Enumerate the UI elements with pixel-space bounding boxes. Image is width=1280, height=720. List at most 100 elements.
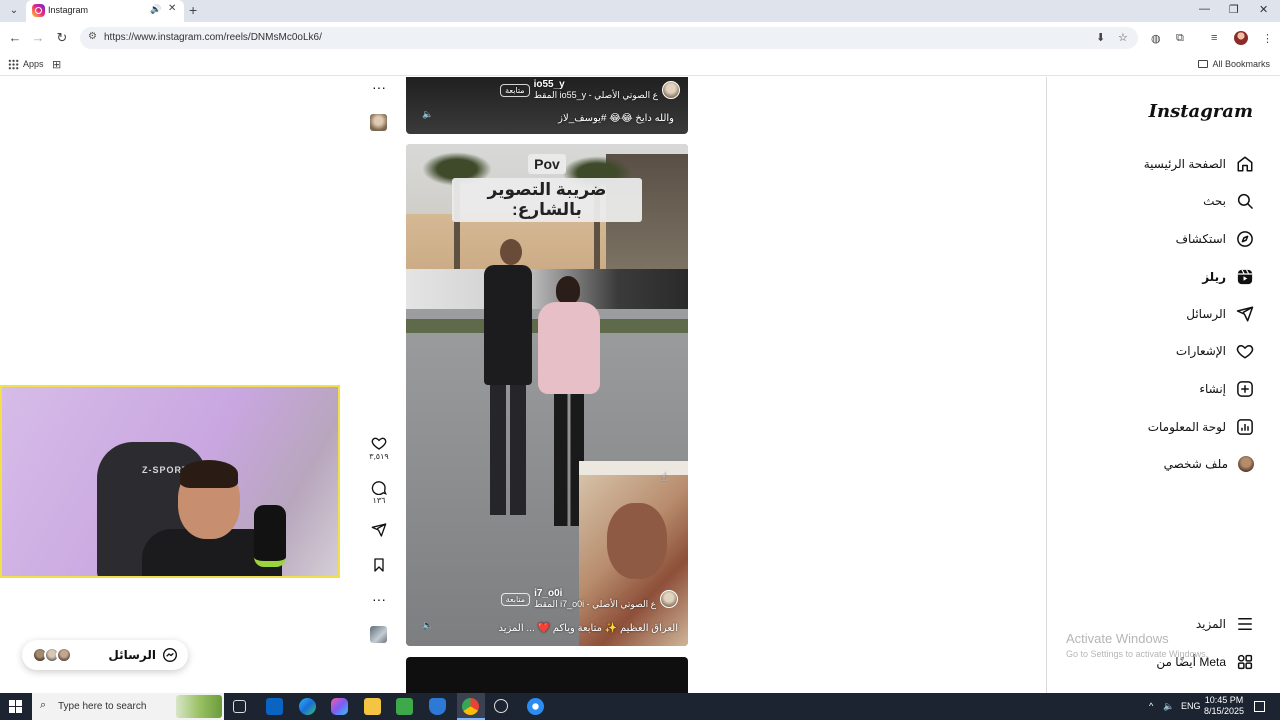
sidebar-item-label: بحث <box>1203 194 1226 208</box>
follow-button[interactable]: متابعة <box>500 83 530 97</box>
follow-button[interactable]: متابعة <box>500 592 531 606</box>
tray-chevron-icon[interactable]: ^ <box>1149 701 1153 711</box>
bookmark-star-icon[interactable]: ☆ <box>1118 31 1128 44</box>
video-person-head <box>556 276 580 304</box>
sidebar-item-reels[interactable]: ريلز <box>1202 265 1254 289</box>
reel-card[interactable] <box>406 657 688 693</box>
reel-audio[interactable]: ع الصوتي الأصلي - i7_o0i المقط <box>534 599 656 610</box>
url-text[interactable]: https://www.instagram.com/reels/DNMsMc0o… <box>104 32 322 43</box>
sidebar-item-search[interactable]: بحث <box>1203 189 1254 213</box>
sidebar-item-messages[interactable]: الرسائل <box>1186 302 1254 326</box>
tab-groups-icon[interactable]: ⊞ <box>52 58 61 71</box>
restore-icon[interactable]: ❐ <box>1229 3 1239 16</box>
plus-square-icon <box>1237 381 1253 397</box>
sidebar-item-label: المزيد <box>1195 617 1226 631</box>
speaker-icon[interactable]: 🔊 <box>150 4 161 15</box>
audio-thumbnail[interactable] <box>370 114 387 131</box>
window-close-icon[interactable]: ✕ <box>1259 3 1268 16</box>
apps-icon <box>1237 654 1253 670</box>
speaker-icon[interactable]: 🔈 <box>1163 701 1174 712</box>
sidebar-item-notifications[interactable]: الإشعارات <box>1176 339 1254 363</box>
menu-kebab-icon[interactable]: ⋮ <box>1262 32 1273 45</box>
taskbar-clock[interactable]: 10:45 PM 8/15/2025 <box>1200 695 1248 717</box>
reel-card[interactable]: Pov ضريبة التصوير بالشارع: i7_o0i ع الصو… <box>406 144 688 646</box>
reel-username[interactable]: io55_y <box>534 79 565 90</box>
forward-icon[interactable]: → <box>30 30 46 45</box>
browser-toolbar: ← → ↻ ⚙ https://www.instagram.com/reels/… <box>0 22 1280 54</box>
sidebar-item-profile[interactable]: ملف شخصي <box>1164 452 1254 476</box>
sidebar-item-create[interactable]: إنشاء <box>1199 377 1254 401</box>
site-info-icon[interactable]: ⚙ <box>88 31 97 42</box>
volume-icon[interactable]: 🔈 <box>422 620 433 631</box>
dashboard-icon <box>1237 419 1253 435</box>
reel-author-info: io55_y ع الصوتي الأصلي - io55_y المقط <box>534 79 658 101</box>
media-controls-icon[interactable]: ≡ <box>1211 32 1217 44</box>
extensions-icon[interactable]: ⧉ <box>1176 32 1184 45</box>
volume-icon[interactable]: 🔈 <box>422 109 433 120</box>
reel-author-avatar[interactable] <box>660 590 678 608</box>
language-indicator[interactable]: ENG <box>1181 701 1201 711</box>
apps-grid-icon[interactable] <box>8 59 19 70</box>
task-view-icon[interactable] <box>233 700 246 713</box>
more-options-icon[interactable]: ··· <box>366 591 392 609</box>
back-icon[interactable]: ← <box>7 30 23 45</box>
address-bar[interactable]: ⚙ https://www.instagram.com/reels/DNMsMc… <box>80 27 1138 49</box>
reel-username[interactable]: i7_o0i <box>534 588 562 599</box>
reel-caption[interactable]: العراق العظيم ✨ متابعة وياكم ❤️ ... المز… <box>498 623 678 634</box>
share-button[interactable] <box>366 522 392 538</box>
video-pov-label: Pov <box>528 154 566 174</box>
reel-audio[interactable]: ع الصوتي الأصلي - io55_y المقط <box>534 90 658 101</box>
comment-button[interactable]: ١٣٦ <box>366 479 392 505</box>
windows-taskbar: ⌕ Type here to search ^ ENG 🔈 10:45 PM 8… <box>0 693 1280 720</box>
hamburger-icon <box>1238 618 1252 630</box>
video-person-body <box>538 302 600 394</box>
audio-thumbnail[interactable] <box>370 626 387 643</box>
reload-icon[interactable]: ↻ <box>54 30 70 46</box>
reel-card[interactable]: io55_y ع الصوتي الأصلي - io55_y المقط مت… <box>406 77 688 134</box>
sidebar-item-home[interactable]: الصفحة الرئيسية <box>1144 152 1254 176</box>
taskbar-search-placeholder: Type here to search <box>58 701 147 712</box>
sidebar-item-dashboard[interactable]: لوحة المعلومات <box>1148 415 1254 439</box>
minimize-icon[interactable]: — <box>1199 3 1210 15</box>
store-icon[interactable] <box>396 698 413 715</box>
messages-pill-label-group: الرسائل <box>108 647 178 663</box>
video-title: ضريبة التصوير بالشارع: <box>452 178 642 222</box>
taskbar-search[interactable]: ⌕ Type here to search <box>32 693 224 720</box>
clock-date: 8/15/2025 <box>1203 706 1245 716</box>
video-person-head <box>500 239 522 265</box>
new-tab-button[interactable]: + <box>189 2 197 18</box>
tab-instagram[interactable]: Instagram 🔊 ✕ <box>26 0 184 22</box>
video-person-man <box>478 239 540 519</box>
obs-icon[interactable] <box>494 699 508 713</box>
chrome-icon[interactable] <box>462 698 479 715</box>
all-bookmarks-label: All Bookmarks <box>1212 59 1270 69</box>
app-icon[interactable] <box>527 698 544 715</box>
bookmark-apps[interactable]: Apps <box>23 59 44 69</box>
reel-author-avatar[interactable] <box>662 81 680 99</box>
edge-icon[interactable] <box>299 698 316 715</box>
clock-time: 10:45 PM <box>1204 695 1244 705</box>
sidebar-item-label: ريلز <box>1202 270 1226 284</box>
messages-pill[interactable]: الرسائل <box>22 640 188 670</box>
save-button[interactable] <box>366 557 392 573</box>
all-bookmarks[interactable]: All Bookmarks <box>1198 59 1270 69</box>
like-button[interactable]: ٣,٥١٩ <box>366 435 392 461</box>
defender-icon[interactable] <box>429 698 446 715</box>
sidebar-item-label: الإشعارات <box>1175 344 1226 358</box>
more-options-icon[interactable]: ··· <box>366 79 392 97</box>
sidebar-item-explore[interactable]: استكشاف <box>1176 227 1254 251</box>
file-explorer-icon[interactable] <box>364 698 381 715</box>
windows-start-icon[interactable] <box>9 700 22 713</box>
search-highlight-image <box>176 695 222 718</box>
tab-search-button[interactable]: ⌄ <box>6 3 22 19</box>
outlook-icon[interactable] <box>266 698 283 715</box>
profile-avatar[interactable] <box>1234 31 1248 45</box>
close-tab-icon[interactable]: ✕ <box>168 3 176 14</box>
bookmark-icon <box>374 558 384 572</box>
extension-globe-icon[interactable]: ◍ <box>1151 32 1161 45</box>
install-app-icon[interactable]: ⬇ <box>1096 31 1105 44</box>
instagram-logo[interactable]: Instagram <box>1149 101 1253 122</box>
reel-author-row: io55_y ع الصوتي الأصلي - io55_y المقط مت… <box>500 79 680 101</box>
copilot-icon[interactable] <box>331 698 348 715</box>
notifications-icon[interactable] <box>1254 701 1265 712</box>
